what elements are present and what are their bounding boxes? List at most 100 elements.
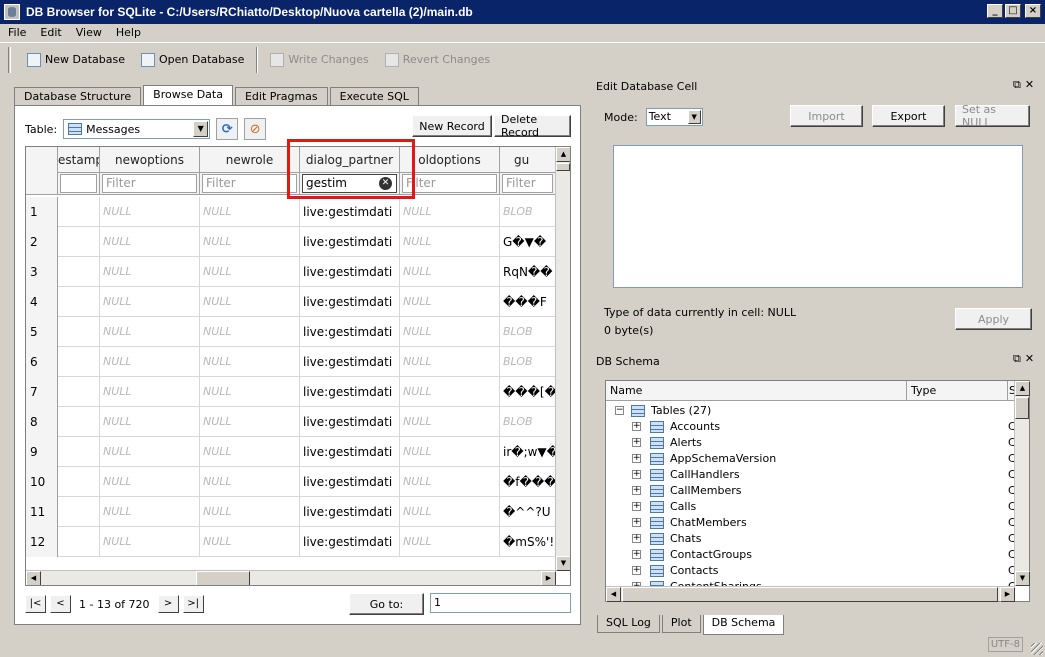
refresh-button[interactable]: ⟳: [216, 118, 239, 140]
cell-newrole[interactable]: NULL: [200, 287, 300, 317]
schema-col-type[interactable]: Type: [907, 381, 1008, 401]
schema-horizontal-scroll-thumb[interactable]: [622, 587, 998, 602]
cell-newrole[interactable]: NULL: [200, 317, 300, 347]
tree-node-tables[interactable]: − Tables (27): [606, 403, 1015, 419]
cell-newoptions[interactable]: NULL: [100, 317, 200, 347]
filter-input-newoptions[interactable]: Filter: [102, 174, 197, 193]
cell-timestamp[interactable]: [58, 287, 100, 317]
row-number[interactable]: 1: [26, 197, 58, 227]
cell-guid[interactable]: �^^?U: [500, 497, 556, 527]
cell-dialog-partner[interactable]: live:gestimdati: [300, 287, 400, 317]
cell-oldoptions[interactable]: NULL: [400, 497, 500, 527]
mode-select[interactable]: Text ▼: [645, 108, 703, 126]
chevron-down-icon[interactable]: ▼: [193, 121, 209, 137]
goto-button[interactable]: Go to:: [349, 593, 424, 615]
float-icon[interactable]: ⧉: [1013, 78, 1021, 92]
cell-timestamp[interactable]: [58, 317, 100, 347]
cell-timestamp[interactable]: [58, 437, 100, 467]
chevron-down-icon[interactable]: ▼: [687, 110, 701, 124]
row-number[interactable]: 8: [26, 407, 58, 437]
column-header-timestamp[interactable]: estamp: [58, 147, 100, 173]
tab-sql-log[interactable]: SQL Log: [597, 615, 660, 633]
row-number[interactable]: 10: [26, 467, 58, 497]
cell-editor[interactable]: [613, 145, 1023, 288]
row-number[interactable]: 11: [26, 497, 58, 527]
cell-oldoptions[interactable]: NULL: [400, 377, 500, 407]
row-number[interactable]: 4: [26, 287, 58, 317]
expand-icon[interactable]: +: [632, 438, 641, 447]
tab-database-structure[interactable]: Database Structure: [14, 87, 142, 105]
cell-newrole[interactable]: NULL: [200, 227, 300, 257]
table-row[interactable]: 5 NULL NULL live:gestimdati NULL BLOB: [26, 317, 556, 347]
write-changes-button[interactable]: Write Changes: [262, 47, 376, 73]
cell-guid[interactable]: BLOB: [500, 347, 556, 377]
scroll-down-icon[interactable]: ▼: [556, 556, 570, 571]
cell-oldoptions[interactable]: NULL: [400, 287, 500, 317]
cell-dialog-partner[interactable]: live:gestimdati: [300, 527, 400, 557]
grid-corner[interactable]: [26, 147, 58, 195]
row-number[interactable]: 5: [26, 317, 58, 347]
expand-icon[interactable]: +: [632, 566, 641, 575]
cell-newrole[interactable]: NULL: [200, 257, 300, 287]
menu-file[interactable]: File: [0, 26, 32, 39]
expand-icon[interactable]: +: [632, 550, 641, 559]
scroll-up-icon[interactable]: ▲: [1015, 381, 1030, 396]
collapse-icon[interactable]: −: [615, 406, 624, 415]
cell-dialog-partner[interactable]: live:gestimdati: [300, 437, 400, 467]
expand-icon[interactable]: +: [632, 422, 641, 431]
db-schema-tree[interactable]: Name Type S − Tables (27) + Accounts C + Ale…: [605, 380, 1030, 602]
first-record-button[interactable]: |<: [25, 595, 46, 613]
cell-oldoptions[interactable]: NULL: [400, 317, 500, 347]
column-header-newoptions[interactable]: newoptions: [100, 147, 200, 173]
tree-node-table[interactable]: + Contacts C: [606, 563, 1016, 579]
scroll-left-icon[interactable]: ◀: [606, 587, 621, 602]
cell-guid[interactable]: BLOB: [500, 197, 556, 227]
schema-vertical-scroll-thumb[interactable]: [1015, 397, 1029, 419]
table-row[interactable]: 1 NULL NULL live:gestimdati NULL BLOB: [26, 197, 556, 227]
cell-dialog-partner[interactable]: live:gestimdati: [300, 197, 400, 227]
scroll-up-icon[interactable]: ▲: [556, 147, 570, 162]
cell-oldoptions[interactable]: NULL: [400, 437, 500, 467]
column-header-newrole[interactable]: newrole: [200, 147, 300, 173]
scroll-right-icon[interactable]: ▶: [541, 571, 556, 585]
cell-guid[interactable]: BLOB: [500, 407, 556, 437]
cell-oldoptions[interactable]: NULL: [400, 257, 500, 287]
cell-guid[interactable]: G�▼�: [500, 227, 556, 257]
revert-changes-button[interactable]: Revert Changes: [377, 47, 498, 73]
tab-execute-sql[interactable]: Execute SQL: [329, 87, 419, 105]
cell-newrole[interactable]: NULL: [200, 347, 300, 377]
cell-timestamp[interactable]: [58, 347, 100, 377]
column-header-dialog-partner[interactable]: dialog_partner: [300, 147, 400, 173]
tree-node-table[interactable]: + Calls C: [606, 499, 1016, 515]
cell-newrole[interactable]: NULL: [200, 377, 300, 407]
cell-dialog-partner[interactable]: live:gestimdati: [300, 497, 400, 527]
cell-timestamp[interactable]: [58, 467, 100, 497]
cell-newoptions[interactable]: NULL: [100, 527, 200, 557]
cell-dialog-partner[interactable]: live:gestimdati: [300, 347, 400, 377]
row-number[interactable]: 9: [26, 437, 58, 467]
filter-input-timestamp[interactable]: [60, 174, 97, 193]
delete-record-button[interactable]: Delete Record: [494, 113, 571, 139]
minimize-button[interactable]: _: [987, 4, 1003, 18]
cell-newoptions[interactable]: NULL: [100, 197, 200, 227]
schema-vertical-scrollbar[interactable]: ▲ ▼: [1014, 381, 1030, 586]
cell-oldoptions[interactable]: NULL: [400, 467, 500, 497]
cell-dialog-partner[interactable]: live:gestimdati: [300, 377, 400, 407]
table-row[interactable]: 10 NULL NULL live:gestimdati NULL �f���: [26, 467, 556, 497]
cell-newoptions[interactable]: NULL: [100, 347, 200, 377]
scroll-right-icon[interactable]: ▶: [1000, 587, 1015, 602]
grid-vertical-scrollbar[interactable]: ▲ ▼: [555, 147, 570, 571]
expand-icon[interactable]: +: [632, 470, 641, 479]
next-record-button[interactable]: >: [157, 595, 179, 613]
cell-timestamp[interactable]: [58, 407, 100, 437]
menu-view[interactable]: View: [68, 26, 108, 39]
scroll-left-icon[interactable]: ◀: [26, 571, 41, 585]
cell-newrole[interactable]: NULL: [200, 407, 300, 437]
table-row[interactable]: 3 NULL NULL live:gestimdati NULL RqN��: [26, 257, 556, 287]
expand-icon[interactable]: +: [632, 502, 641, 511]
table-row[interactable]: 8 NULL NULL live:gestimdati NULL BLOB: [26, 407, 556, 437]
cell-newrole[interactable]: NULL: [200, 527, 300, 557]
close-dock-icon[interactable]: ✕: [1025, 352, 1034, 366]
apply-button[interactable]: Apply: [955, 308, 1032, 330]
cell-timestamp[interactable]: [58, 527, 100, 557]
